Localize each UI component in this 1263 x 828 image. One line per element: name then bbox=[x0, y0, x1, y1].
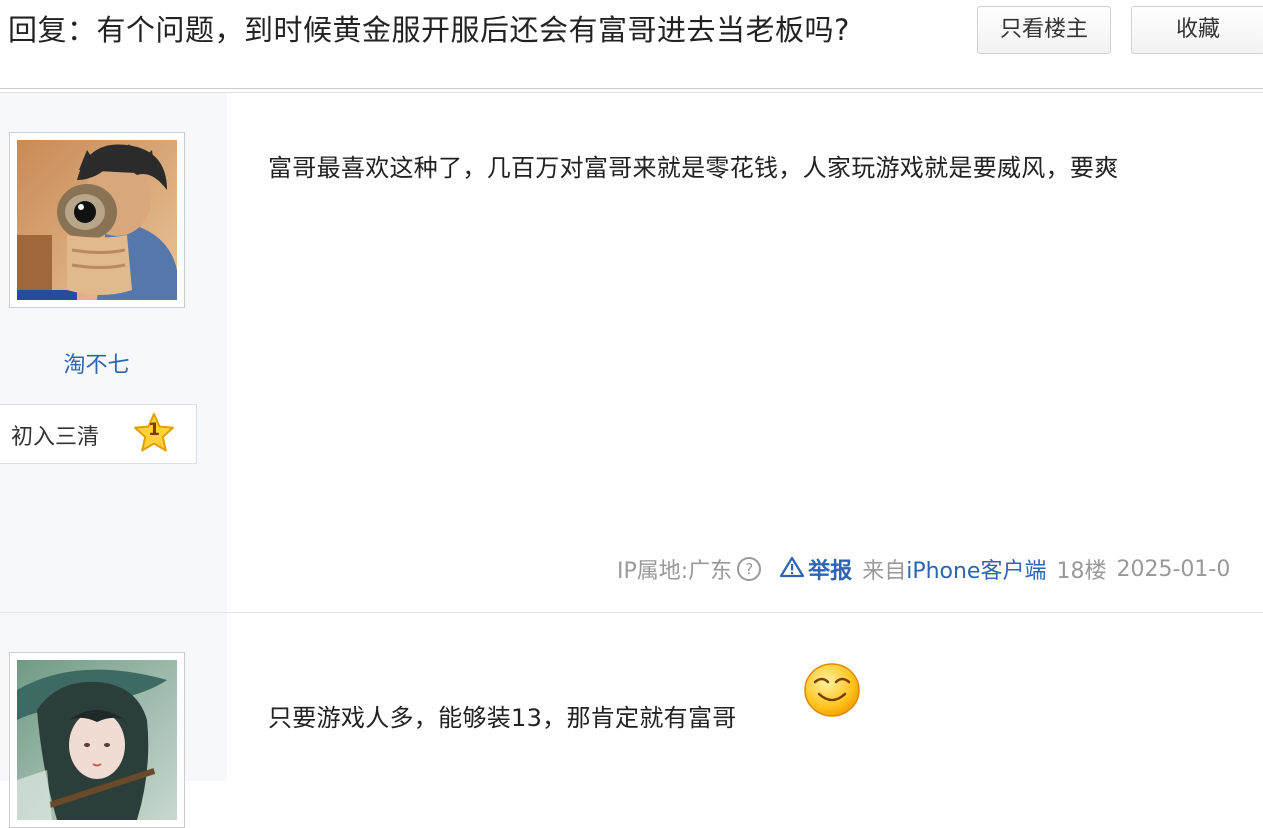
post-content: 只要游戏人多，能够装13，那肯定就有富哥 bbox=[227, 613, 1263, 781]
ip-location: IP属地:广东 bbox=[617, 559, 733, 584]
star-icon: 1 bbox=[132, 411, 176, 455]
question-circle-icon[interactable]: ? bbox=[737, 557, 762, 581]
client-link[interactable]: iPhone客户端 bbox=[906, 553, 1046, 585]
user-level-badge[interactable]: 初入三清 1 bbox=[0, 404, 197, 464]
warning-triangle-icon bbox=[780, 556, 805, 578]
post-text: 富哥最喜欢这种了，几百万对富哥来就是零花钱，人家玩游戏就是要威风，要爽 bbox=[268, 154, 1119, 182]
favorite-button[interactable]: 收藏 bbox=[1131, 6, 1263, 54]
floor-number: 18楼 bbox=[1056, 559, 1107, 584]
author-sidebar bbox=[0, 613, 227, 828]
avatar-image bbox=[17, 140, 177, 300]
level-number: 1 bbox=[148, 420, 160, 440]
report-label: 举报 bbox=[808, 559, 853, 584]
post-next: 只要游戏人多，能够装13，那肯定就有富哥 bbox=[0, 613, 1263, 828]
client-prefix: 来自 bbox=[862, 559, 907, 584]
level-name: 初入三清 bbox=[11, 425, 100, 450]
post-text: 只要游戏人多，能够装13，那肯定就有富哥 bbox=[268, 704, 737, 732]
username-link[interactable]: 淘不七 bbox=[0, 347, 193, 379]
avatar-image bbox=[17, 660, 177, 820]
author-sidebar: 淘不七 初入三清 1 bbox=[0, 93, 227, 612]
post-date: 2025-01-0 bbox=[1116, 556, 1231, 582]
post-floor-18: 淘不七 初入三清 1 富哥最喜欢这种了，几百万对富哥来就是零花钱，人家玩游戏就是… bbox=[0, 93, 1263, 612]
avatar[interactable] bbox=[9, 132, 185, 308]
header-divider bbox=[0, 88, 1263, 89]
only-view-op-button[interactable]: 只看楼主 bbox=[977, 6, 1111, 54]
post-content: 富哥最喜欢这种了，几百万对富哥来就是零花钱，人家玩游戏就是要威风，要爽 IP属地… bbox=[227, 93, 1263, 612]
avatar[interactable] bbox=[9, 652, 185, 828]
thread-header: 回复：有个问题，到时候黄金服开服后还会有富哥进去当老板吗? 只看楼主 收藏 bbox=[0, 0, 1263, 88]
thread-title: 回复：有个问题，到时候黄金服开服后还会有富哥进去当老板吗? bbox=[8, 13, 850, 47]
report-link[interactable]: 举报 bbox=[779, 553, 852, 585]
post-meta: IP属地:广东? 举报 来自iPhone客户端 18楼 2025-01-0 bbox=[617, 553, 1231, 585]
grinning-face-icon bbox=[803, 660, 861, 718]
